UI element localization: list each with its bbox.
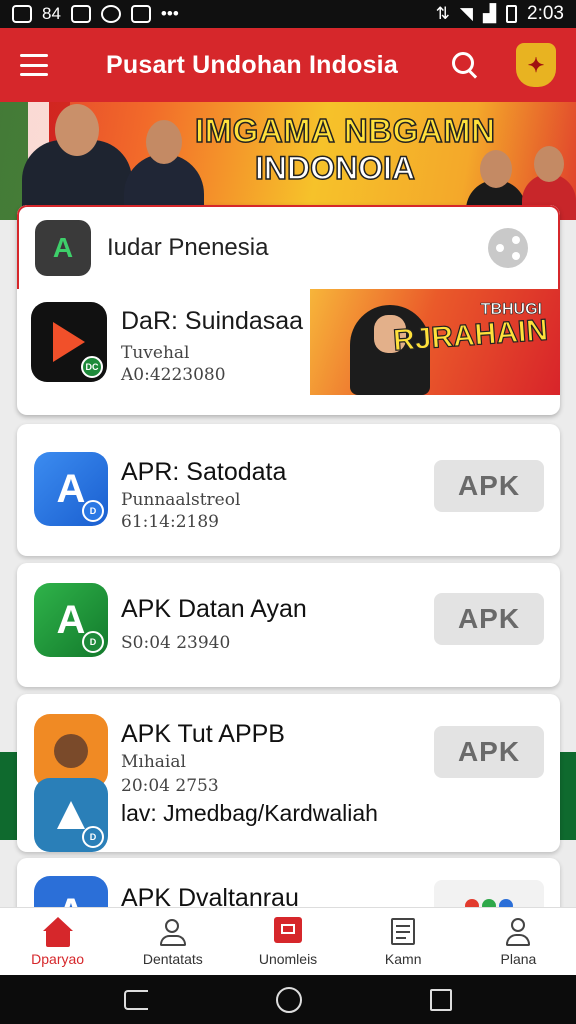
featured-search-bar[interactable]: A Iudar Pnenesia xyxy=(17,205,560,289)
featured-app-name: DaR: Suindasaa xyxy=(121,307,304,335)
featured-app-row[interactable]: DC DaR: Suindasaa Tuvehal A0:4223080 TBH… xyxy=(17,289,560,395)
home-icon xyxy=(42,916,73,947)
status-bar: 84 ••• ⇅ ◥ ▟ 2:03 xyxy=(0,0,576,28)
badge-icon: D xyxy=(82,500,104,522)
recents-icon[interactable] xyxy=(430,988,452,1011)
app-card[interactable]: D APK Tut APPB Mıhaial 20:04 2753 lav: J… xyxy=(17,694,560,852)
nav-label: Dparyao xyxy=(31,950,85,967)
nav-label: Kamn xyxy=(384,950,422,967)
menu-icon[interactable] xyxy=(20,54,48,76)
nav-item-list[interactable]: Kamn xyxy=(346,908,461,975)
app-sub: Punnaalstreol xyxy=(121,490,241,510)
hero-banner[interactable]: IMGAMA NBGAMN INDONOIA xyxy=(0,102,576,220)
featured-card[interactable]: A Iudar Pnenesia DC DaR: Suindasaa Tuveh… xyxy=(17,205,560,415)
back-icon[interactable] xyxy=(124,989,148,1010)
system-navigation xyxy=(0,975,576,1024)
app-name: APK Datan Ayan xyxy=(121,595,307,623)
app-nav-icon: D xyxy=(34,778,108,852)
featured-promo-image: TBHUGI RJRAHAIN xyxy=(310,289,560,395)
apk-download-button[interactable]: APK xyxy=(434,593,544,645)
app-sub: Mıhaial xyxy=(121,752,186,772)
share-icon[interactable] xyxy=(488,228,528,268)
banner-title-line2: INDONOIA xyxy=(254,149,416,187)
people-icon xyxy=(158,917,188,947)
app-store-icon: A D xyxy=(34,452,108,526)
app-character-icon xyxy=(34,714,108,788)
more-dots-icon: ••• xyxy=(160,4,179,23)
nav-item-people[interactable]: Dentatats xyxy=(115,908,230,975)
nav-item-profile[interactable]: Plana xyxy=(461,908,576,975)
featured-app-sub: Tuvehal xyxy=(121,343,190,363)
badge-icon: D xyxy=(82,631,104,653)
featured-app-date: A0:4223080 xyxy=(121,365,226,385)
wifi-icon: ◥ xyxy=(459,4,473,23)
app-card[interactable]: A D APR: Satodata Punnaalstreol 61:14:21… xyxy=(17,424,560,556)
app-date: 20:04 2753 xyxy=(121,776,219,796)
bottom-navigation: Dparyao Dentatats Unomleis Kamn Plana xyxy=(0,907,576,975)
person-icon xyxy=(503,917,533,947)
app-green-icon: A D xyxy=(34,583,108,657)
badge-icon: D xyxy=(82,826,104,848)
apk-download-button[interactable]: APK xyxy=(434,726,544,778)
app-date: S0:04 23940 xyxy=(121,633,231,653)
nav-label: Dentatats xyxy=(142,950,203,967)
nav-item-book[interactable]: Unomleis xyxy=(230,908,345,975)
apk-download-button[interactable]: APK xyxy=(434,460,544,512)
app-extra: lav: Jmedbag/Kardwaliah xyxy=(121,800,378,826)
nav-item-home[interactable]: Dparyao xyxy=(0,908,115,975)
app-name: APR: Satodata xyxy=(121,458,287,486)
book-icon xyxy=(273,916,303,947)
app-title: Pusart Undohan Indosia xyxy=(106,50,398,79)
home-button-icon[interactable] xyxy=(276,986,302,1013)
status-left-text: 84 xyxy=(42,4,61,23)
list-icon xyxy=(388,917,418,947)
app-date: 61:14:2189 xyxy=(121,512,219,532)
app-name: APK Tut APPB xyxy=(121,720,285,748)
nav-label: Unomleis xyxy=(258,950,318,967)
featured-search-text[interactable]: Iudar Pnenesia xyxy=(107,234,488,262)
search-icon[interactable] xyxy=(450,50,480,80)
status-time: 2:03 xyxy=(527,3,564,24)
app-card[interactable]: A D APK Datan Ayan S0:04 23940 APK xyxy=(17,563,560,687)
app-logo-icon: A xyxy=(35,220,91,276)
vibrate-icon: ⇅ xyxy=(435,4,450,23)
signal-icon: ▟ xyxy=(482,4,497,23)
mail-icon xyxy=(130,5,151,23)
banner-title-line1: IMGAMA NBGAMN xyxy=(194,111,496,150)
nav-label: Plana xyxy=(500,950,537,967)
badge-icon: DC xyxy=(81,356,103,378)
sync-icon xyxy=(100,5,121,23)
garuda-emblem-icon[interactable]: ✦ xyxy=(516,43,556,87)
battery-icon xyxy=(506,5,518,23)
play-app-icon: DC xyxy=(31,302,107,382)
message-icon xyxy=(70,5,91,23)
app-bar: Pusart Undohan Indosia ✦ xyxy=(0,28,576,102)
notification-icon xyxy=(12,5,32,23)
